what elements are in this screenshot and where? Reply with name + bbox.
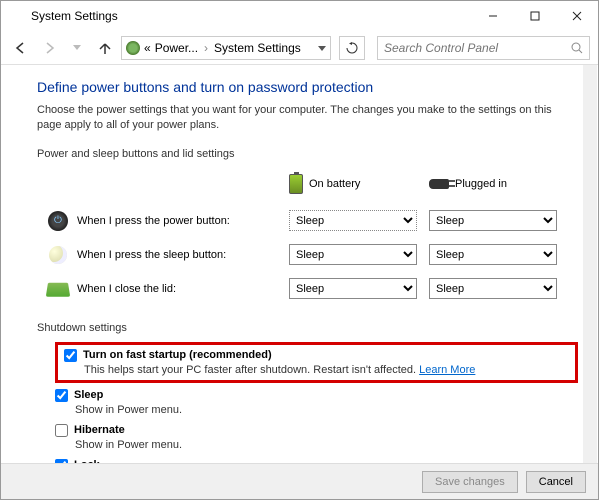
- address-bar[interactable]: « Power... › System Settings: [121, 36, 331, 60]
- fast-startup-highlight: Turn on fast startup (recommended) This …: [55, 342, 578, 383]
- row-sleep-button: When I press the sleep button:: [47, 238, 277, 272]
- titlebar: System Settings: [1, 1, 598, 31]
- buttons-section-label: Power and sleep buttons and lid settings: [37, 148, 578, 160]
- back-button[interactable]: [9, 36, 33, 60]
- content-area: Define power buttons and turn on passwor…: [1, 65, 598, 463]
- power-button-icon: ⏻: [47, 210, 69, 232]
- up-button[interactable]: [93, 36, 117, 60]
- breadcrumb-1[interactable]: Power...: [155, 41, 198, 55]
- footer-bar: Save changes Cancel: [1, 463, 598, 499]
- lid-battery-select[interactable]: Sleep: [289, 278, 417, 299]
- vertical-scrollbar[interactable]: [583, 65, 597, 463]
- sleep-desc: Show in Power menu.: [75, 404, 578, 416]
- search-input[interactable]: [384, 41, 571, 55]
- power-battery-select[interactable]: Sleep: [289, 210, 417, 231]
- fast-startup-desc: This helps start your PC faster after sh…: [84, 364, 416, 376]
- save-button[interactable]: Save changes: [422, 471, 518, 493]
- address-dropdown-icon[interactable]: [318, 41, 326, 55]
- fast-startup-checkbox[interactable]: [64, 349, 77, 362]
- power-plugged-select[interactable]: Sleep: [429, 210, 557, 231]
- col-battery: On battery: [289, 168, 417, 204]
- recent-dropdown[interactable]: [65, 36, 89, 60]
- close-button[interactable]: [556, 1, 598, 31]
- sleep-button-icon: [47, 244, 69, 266]
- battery-icon: [289, 174, 303, 194]
- refresh-button[interactable]: [339, 36, 365, 60]
- breadcrumb-chevron: ›: [204, 41, 208, 55]
- sleep-checkbox[interactable]: [55, 389, 68, 402]
- sleep-plugged-select[interactable]: Sleep: [429, 244, 557, 265]
- col-plugged: Plugged in: [429, 172, 557, 200]
- search-box[interactable]: [377, 36, 590, 60]
- hibernate-checkbox[interactable]: [55, 424, 68, 437]
- hibernate-label: Hibernate: [74, 424, 125, 436]
- breadcrumb-sep: «: [144, 41, 151, 55]
- fast-startup-label: Turn on fast startup (recommended): [83, 349, 272, 361]
- power-settings-grid: On battery Plugged in ⏻When I press the …: [47, 168, 578, 306]
- location-icon: [126, 41, 140, 55]
- window-title: System Settings: [31, 9, 472, 23]
- hibernate-desc: Show in Power menu.: [75, 439, 578, 451]
- cancel-button[interactable]: Cancel: [526, 471, 586, 493]
- plug-icon: [429, 179, 449, 189]
- learn-more-link[interactable]: Learn More: [419, 364, 475, 376]
- row-close-lid: When I close the lid:: [47, 272, 277, 306]
- lid-plugged-select[interactable]: Sleep: [429, 278, 557, 299]
- minimize-button[interactable]: [472, 1, 514, 31]
- page-heading: Define power buttons and turn on passwor…: [37, 79, 578, 95]
- page-description: Choose the power settings that you want …: [37, 103, 578, 134]
- sleep-battery-select[interactable]: Sleep: [289, 244, 417, 265]
- row-power-button: ⏻When I press the power button:: [47, 204, 277, 238]
- sleep-label: Sleep: [74, 389, 103, 401]
- breadcrumb-2[interactable]: System Settings: [214, 41, 301, 55]
- app-icon: [9, 8, 25, 24]
- maximize-button[interactable]: [514, 1, 556, 31]
- forward-button[interactable]: [37, 36, 61, 60]
- shutdown-section-label: Shutdown settings: [37, 322, 578, 334]
- nav-toolbar: « Power... › System Settings: [1, 31, 598, 65]
- search-icon: [571, 42, 583, 54]
- lid-icon: [47, 278, 69, 300]
